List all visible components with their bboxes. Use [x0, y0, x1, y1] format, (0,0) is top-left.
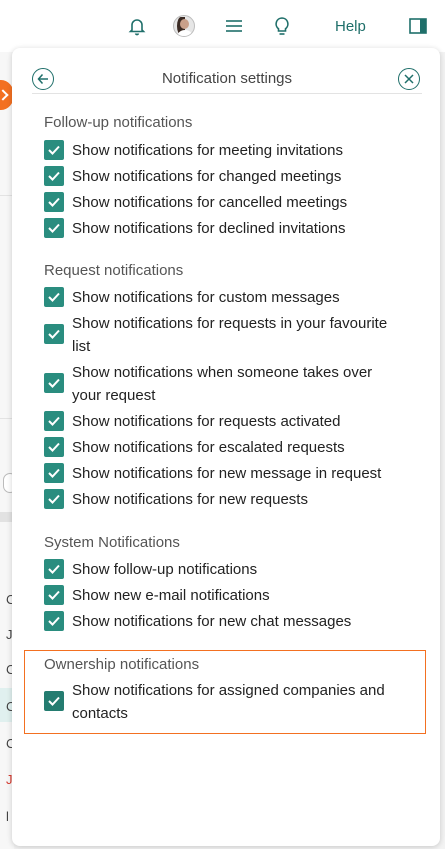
checkbox-row[interactable]: Show notifications for new message in re… [44, 462, 394, 485]
checkbox-label: Show notifications for declined invitati… [72, 220, 346, 237]
checkbox[interactable] [44, 140, 64, 160]
checkbox-row[interactable]: Show notifications for meeting invitatio… [44, 139, 394, 162]
help-link[interactable]: Help [335, 18, 366, 35]
checkbox-label: Show notifications when someone takes ov… [72, 364, 373, 404]
checkmark-icon [48, 442, 60, 452]
checkmark-icon [48, 616, 60, 626]
close-button[interactable] [398, 68, 420, 90]
avatar[interactable] [172, 14, 196, 38]
list-item: l [6, 809, 9, 824]
section-title-ownership: Ownership notifications [44, 656, 200, 673]
checkbox-row[interactable]: Show notifications for custom messages [44, 286, 394, 309]
checkmark-icon [48, 145, 60, 155]
checkbox-label: Show notifications for new requests [72, 491, 308, 508]
checkmark-icon [48, 378, 60, 388]
checkmark-icon [48, 590, 60, 600]
checkbox[interactable] [44, 373, 64, 393]
lightbulb-icon[interactable] [270, 14, 294, 38]
checkbox-row[interactable]: Show notifications for declined invitati… [44, 217, 394, 240]
checkbox-label: Show notifications for new message in re… [72, 465, 382, 482]
checkbox[interactable] [44, 324, 64, 344]
checkmark-icon [48, 696, 60, 706]
checkbox-label: Show notifications for custom messages [72, 289, 340, 306]
checkbox-row[interactable]: Show notifications when someone takes ov… [44, 361, 394, 407]
checkmark-icon [48, 197, 60, 207]
checkmark-icon [48, 564, 60, 574]
checkbox-row[interactable]: Show notifications for new requests [44, 488, 394, 511]
checkbox-row[interactable]: Show notifications for changed meetings [44, 165, 394, 188]
checkbox-row[interactable]: Show notifications for cancelled meeting… [44, 191, 394, 214]
panel-title: Notification settings [161, 70, 293, 87]
checkbox-label: Show notifications for meeting invitatio… [72, 142, 343, 159]
checkbox[interactable] [44, 559, 64, 579]
checkmark-icon [48, 468, 60, 478]
checkbox-row[interactable]: Show follow-up notifications [44, 558, 394, 581]
checkbox-row[interactable]: Show notifications for new chat messages [44, 610, 394, 633]
section-title-system: System Notifications [44, 534, 180, 551]
sidebar-panel-icon[interactable] [406, 14, 430, 38]
checkbox[interactable] [44, 287, 64, 307]
checkbox-row[interactable]: Show notifications for requests in your … [44, 312, 394, 358]
top-bar: Help [0, 0, 445, 52]
checkbox-label: Show notifications for cancelled meeting… [72, 194, 348, 211]
bell-icon[interactable] [125, 14, 149, 38]
checkbox[interactable] [44, 585, 64, 605]
checkbox-label: Show notifications for requests activate… [72, 413, 341, 430]
checkbox-label: Show notifications for new chat messages [72, 613, 352, 630]
checkbox[interactable] [44, 411, 64, 431]
checkbox-row[interactable]: Show notifications for requests activate… [44, 410, 394, 433]
checkbox-row[interactable]: Show notifications for assigned companie… [44, 679, 394, 725]
menu-icon[interactable] [222, 14, 246, 38]
checkbox[interactable] [44, 611, 64, 631]
checkbox[interactable] [44, 437, 64, 457]
checkmark-icon [48, 494, 60, 504]
checkbox-label: Show notifications for requests in your … [72, 315, 388, 355]
checkmark-icon [48, 292, 60, 302]
checkbox[interactable] [44, 691, 64, 711]
close-icon [404, 74, 414, 84]
checkmark-icon [48, 223, 60, 233]
checkbox-row[interactable]: Show new e-mail notifications [44, 584, 394, 607]
checkbox-label: Show follow-up notifications [72, 561, 258, 578]
checkbox-label: Show new e-mail notifications [72, 587, 270, 604]
checkbox-label: Show notifications for assigned companie… [72, 682, 385, 722]
checkbox-label: Show notifications for changed meetings [72, 168, 342, 185]
checkbox[interactable] [44, 166, 64, 186]
checkbox-label: Show notifications for escalated request… [72, 439, 345, 456]
checkmark-icon [48, 171, 60, 181]
panel-header: Notification settings [32, 66, 422, 94]
checkbox[interactable] [44, 192, 64, 212]
section-title-request: Request notifications [44, 262, 184, 279]
checkmark-icon [48, 329, 60, 339]
checkmark-icon [48, 416, 60, 426]
notification-settings-panel: Notification settings Follow-up notifica… [12, 48, 440, 846]
checkbox[interactable] [44, 218, 64, 238]
section-title-follow-up: Follow-up notifications [44, 114, 193, 131]
checkbox[interactable] [44, 489, 64, 509]
checkbox-row[interactable]: Show notifications for escalated request… [44, 436, 394, 459]
checkbox[interactable] [44, 463, 64, 483]
